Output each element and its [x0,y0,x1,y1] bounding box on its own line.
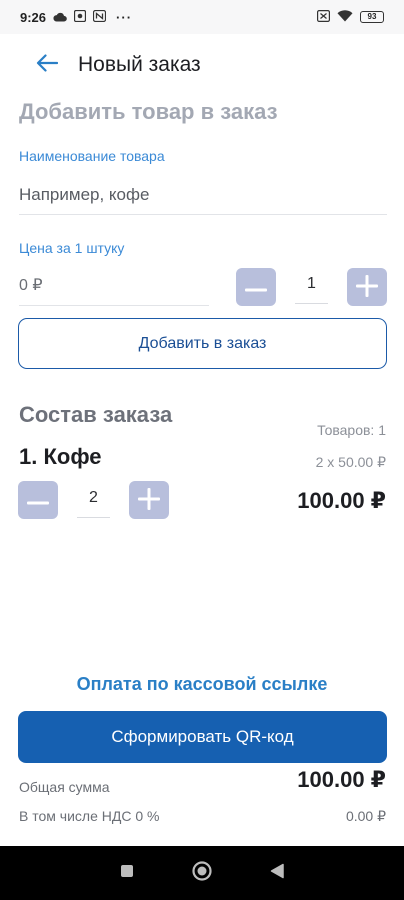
recents-square-icon [120,864,134,883]
recents-button[interactable] [107,853,147,893]
minus-icon [245,280,267,295]
more-status-icon: ··· [116,9,133,25]
plus-icon [138,487,160,513]
price-label: Цена за 1 штуку [19,240,125,256]
wifi-icon [337,9,353,25]
home-button[interactable] [182,853,222,893]
cash-link-payment[interactable]: Оплата по кассовой ссылке [0,674,404,695]
order-heading: Состав заказа [19,402,173,427]
home-circle-icon [192,860,212,886]
total-label: Общая сумма [19,779,110,795]
item-unit-price: 2 x 50.00 ₽ [315,454,386,470]
product-name-input[interactable] [19,175,387,215]
generate-qr-button[interactable]: Сформировать QR-код [18,711,387,763]
product-name-label: Наименование товара [19,148,165,164]
total-value: 100.00 ₽ [297,767,386,792]
vat-value: 0.00 ₽ [345,808,386,824]
item-quantity[interactable]: 2 [77,480,110,518]
settings-box-icon [73,9,87,25]
decrease-quantity-button[interactable] [236,268,276,306]
item-title: 1. Кофе [19,444,102,469]
item-decrease-button[interactable] [18,481,58,519]
system-nav-bar [0,846,404,900]
quantity-value[interactable]: 1 [295,266,328,304]
status-time: 9:26 [20,9,47,25]
items-count: Товаров: 1 [317,422,386,438]
nfc-icon [92,9,107,25]
back-nav-button[interactable] [257,853,297,893]
price-input[interactable] [19,266,209,306]
minus-icon [27,493,49,508]
app-bar: Новый заказ [0,34,404,96]
plus-icon [356,274,378,300]
vat-label: В том числе НДС 0 % [19,808,160,824]
status-bar: 9:26 ··· 93 [0,0,404,34]
back-button[interactable] [30,50,64,80]
back-triangle-icon [270,863,284,884]
add-to-order-button[interactable]: Добавить в заказ [18,318,387,369]
add-product-heading: Добавить товар в заказ [19,99,278,124]
item-total: 100.00 ₽ [297,488,386,513]
battery-icon: 93 [360,11,384,23]
page-title: Новый заказ [78,53,201,76]
sim-off-icon [317,9,331,25]
increase-quantity-button[interactable] [347,268,387,306]
item-increase-button[interactable] [129,481,169,519]
cloud-icon [53,10,67,25]
arrow-left-icon [36,53,59,77]
